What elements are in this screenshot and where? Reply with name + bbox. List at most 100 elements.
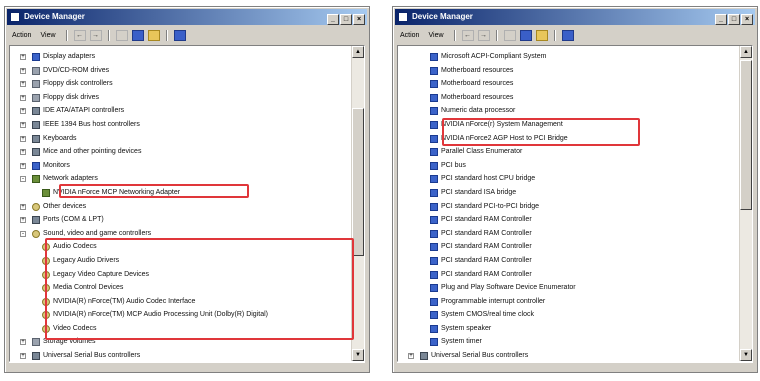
tree-item[interactable]: - Network adapters [10,172,350,186]
expand-icon[interactable]: + [20,162,26,169]
tree-item[interactable]: PCI standard RAM Controller [398,268,738,282]
help-icon[interactable] [561,29,574,41]
tree-item[interactable]: + Display adapters [10,50,350,64]
expand-icon[interactable]: + [20,81,26,88]
expand-icon[interactable]: + [20,54,26,60]
properties-icon[interactable] [519,29,532,41]
tree-item[interactable]: + Floppy disk drives [10,91,350,105]
tree-item[interactable]: PCI standard RAM Controller [398,227,738,241]
maximize-button[interactable]: □ [728,14,740,25]
expand-icon[interactable]: + [20,149,26,156]
tree-item[interactable]: + DVD/CD-ROM drives [10,64,350,78]
tree-item[interactable]: + IDE ATA/ATAPI controllers [10,104,350,118]
minimize-button[interactable]: _ [715,14,727,25]
menu-view[interactable]: View [425,28,446,43]
menu-action[interactable]: Action [9,28,34,43]
forward-icon[interactable]: → [477,29,490,41]
menu-action[interactable]: Action [397,28,422,43]
tree-item[interactable]: NVIDIA nForce2 AGP Host to PCI Bridge [398,132,738,146]
list-view-icon[interactable] [115,29,128,41]
vertical-scrollbar[interactable]: ▲ ▼ [739,46,752,361]
tree-item[interactable]: PCI standard PCI-to-PCI bridge [398,200,738,214]
tree-item[interactable]: + Mice and other pointing devices [10,145,350,159]
tree-item-label: Network adapters [43,175,98,183]
close-button[interactable]: × [741,14,753,25]
tree-item[interactable]: + Universal Serial Bus controllers [398,349,738,361]
scroll-down-icon[interactable]: ▼ [740,349,752,361]
scroll-thumb[interactable] [352,108,364,256]
tree-item[interactable]: Microsoft ACPI-Compliant System [398,50,738,64]
scroll-up-icon[interactable]: ▲ [352,46,364,58]
speaker-icon [32,202,40,211]
tree-item[interactable]: NVIDIA(R) nForce(TM) MCP Audio Processin… [10,308,350,322]
list-view-icon[interactable] [503,29,516,41]
tree-item[interactable]: + Monitors [10,159,350,173]
speaker-icon [42,270,50,279]
expand-icon[interactable]: + [20,135,26,142]
speaker-icon [32,229,40,238]
tree-item[interactable]: PCI standard host CPU bridge [398,172,738,186]
tree-item[interactable]: + IEEE 1394 Bus host controllers [10,118,350,132]
tree-item[interactable]: PCI standard RAM Controller [398,240,738,254]
back-icon[interactable]: ← [73,29,86,41]
tree-item[interactable]: System CMOS/real time clock [398,308,738,322]
tree-item[interactable]: System speaker [398,322,738,336]
vertical-scrollbar[interactable]: ▲ ▼ [351,46,364,361]
tree-item[interactable]: + Storage volumes [10,335,350,349]
scan-hardware-icon[interactable] [147,29,160,41]
maximize-button[interactable]: □ [340,14,352,25]
tree-item[interactable]: PCI standard RAM Controller [398,213,738,227]
close-button[interactable]: × [353,14,365,25]
tree-item[interactable]: Audio Codecs [10,240,350,254]
device-icon [32,161,40,170]
tree-item[interactable]: PCI standard RAM Controller [398,254,738,268]
scroll-down-icon[interactable]: ▼ [352,349,364,361]
tree-item[interactable]: Motherboard resources [398,64,738,78]
title-bar[interactable]: Device Manager _ □ × [7,9,367,25]
tree-item[interactable]: Parallel Class Enumerator [398,145,738,159]
tree-item[interactable]: Legacy Audio Drivers [10,254,350,268]
forward-icon[interactable]: → [89,29,102,41]
expand-icon[interactable]: + [20,67,26,74]
expand-icon[interactable]: + [20,203,26,210]
tree-item[interactable]: Legacy Video Capture Devices [10,268,350,282]
tree-item[interactable]: Motherboard resources [398,91,738,105]
help-icon[interactable] [173,29,186,41]
tree-item[interactable]: + Other devices [10,200,350,214]
tree-item[interactable]: + Floppy disk controllers [10,77,350,91]
net-icon [42,188,50,197]
tree-item[interactable]: PCI standard ISA bridge [398,186,738,200]
tree-item[interactable]: Video Codecs [10,322,350,336]
tree-item[interactable]: Motherboard resources [398,77,738,91]
scan-hardware-icon[interactable] [535,29,548,41]
properties-icon[interactable] [131,29,144,41]
tree-item[interactable]: + Ports (COM & LPT) [10,213,350,227]
expand-icon[interactable]: + [20,108,26,115]
collapse-icon[interactable]: - [20,230,26,237]
tree-item[interactable]: Media Control Devices [10,281,350,295]
expand-icon[interactable]: + [20,339,26,346]
minimize-button[interactable]: _ [327,14,339,25]
tree-item[interactable]: Numeric data processor [398,104,738,118]
back-icon[interactable]: ← [461,29,474,41]
menu-view[interactable]: View [37,28,58,43]
tree-item[interactable]: NVIDIA nForce MCP Networking Adapter [10,186,350,200]
collapse-icon[interactable]: - [20,176,26,183]
tree-item[interactable]: - Sound, video and game controllers [10,227,350,241]
tree-item[interactable]: + Universal Serial Bus controllers [10,349,350,361]
tree-item[interactable]: System timer [398,335,738,349]
tree-item[interactable]: + Keyboards [10,132,350,146]
expand-icon[interactable]: + [20,217,26,224]
expand-icon[interactable]: + [408,353,414,360]
tree-item[interactable]: Plug and Play Software Device Enumerator [398,281,738,295]
expand-icon[interactable]: + [20,353,26,360]
expand-icon[interactable]: + [20,94,26,101]
tree-item[interactable]: Programmable interrupt controller [398,295,738,309]
tree-item[interactable]: NVIDIA(R) nForce(TM) Audio Codec Interfa… [10,295,350,309]
scroll-up-icon[interactable]: ▲ [740,46,752,58]
title-bar[interactable]: Device Manager _ □ × [395,9,755,25]
scroll-thumb[interactable] [740,60,752,210]
tree-item[interactable]: NVIDIA nForce(r) System Management [398,118,738,132]
expand-icon[interactable]: + [20,121,26,128]
tree-item[interactable]: PCI bus [398,159,738,173]
